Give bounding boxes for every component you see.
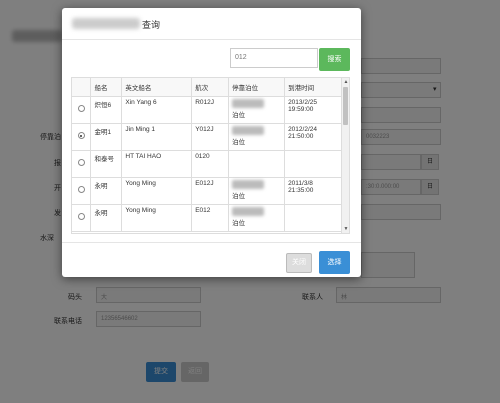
col-arrival-time: 到港时间	[284, 78, 342, 97]
ship-query-modal: 查询 012 搜索 船名 英文船名 航次 停靠泊位 到港时间 炽恒6 Xin Ya…	[62, 8, 361, 277]
redacted-berth	[232, 125, 265, 135]
row-radio-cell[interactable]	[72, 96, 92, 124]
modal-header: 查询	[62, 8, 361, 40]
row-radio-cell[interactable]	[72, 150, 92, 178]
table-row[interactable]: 炽恒6 Xin Yang 6 R012J 泊位 2013/2/25 19:59:00	[72, 96, 342, 124]
english-name-cell: Jin Ming 1	[121, 123, 193, 151]
arrival-date: 2013/2/25	[288, 98, 317, 106]
arrival-clock: 19:59:00	[288, 105, 314, 113]
arrival-time-cell: 2012/2/24 21:50:00	[284, 123, 342, 151]
search-input[interactable]: 012	[230, 48, 318, 68]
ship-name-cell: 和泰号	[90, 150, 123, 178]
scroll-up-icon[interactable]: ▲	[342, 78, 349, 86]
row-radio-cell[interactable]	[72, 204, 92, 232]
search-button[interactable]: 搜索	[319, 48, 350, 71]
ship-name-cell: 金明1	[90, 123, 123, 151]
ship-name-cell: 永明	[90, 204, 123, 232]
radio-button[interactable]	[77, 159, 85, 166]
english-name-cell: Yong Ming	[121, 177, 193, 205]
redacted-berth	[232, 206, 265, 216]
berth-text: 泊位	[232, 111, 246, 119]
berth-cell: 泊位	[228, 177, 286, 205]
voyage-cell: 0120	[191, 150, 230, 178]
arrival-clock: 21:50:00	[288, 132, 314, 140]
berth-text: 泊位	[232, 192, 246, 200]
voyage-cell: R012J	[191, 96, 230, 124]
arrival-time-cell	[284, 204, 342, 232]
table-row[interactable]: 永明 Yong Ming E012J 泊位 2011/3/8 21:35:00	[72, 177, 342, 205]
modal-footer: 关闭 选择	[62, 242, 361, 277]
select-button[interactable]: 选择	[319, 251, 350, 274]
radio-button[interactable]	[77, 213, 85, 220]
radio-button[interactable]	[77, 186, 85, 193]
berth-text: 泊位	[232, 219, 246, 227]
col-voyage: 航次	[191, 78, 230, 97]
table-row[interactable]: 永明 Yong Ming E012 泊位	[72, 204, 342, 232]
table-scrollbar[interactable]: ▲ ▼	[341, 78, 349, 233]
ship-table: 船名 英文船名 航次 停靠泊位 到港时间 炽恒6 Xin Yang 6 R012J 泊…	[71, 77, 350, 234]
arrival-time-cell: 2011/3/8 21:35:00	[284, 177, 342, 205]
table-header-row: 船名 英文船名 航次 停靠泊位 到港时间	[72, 78, 342, 97]
english-name-cell: Xin Yang 6	[121, 96, 193, 124]
berth-cell: 泊位	[228, 123, 286, 151]
col-english-name: 英文船名	[121, 78, 193, 97]
berth-cell: 泊位	[228, 204, 286, 232]
english-name-cell: HT TAI HAO	[121, 150, 193, 178]
voyage-cell: E012	[191, 204, 230, 232]
voyage-cell: Y012J	[191, 123, 230, 151]
arrival-time-cell: 2013/2/25 19:59:00	[284, 96, 342, 124]
col-berth: 停靠泊位	[228, 78, 286, 97]
redacted-berth	[232, 98, 265, 108]
scroll-thumb[interactable]	[343, 87, 348, 125]
col-select	[72, 78, 92, 97]
arrival-clock: 21:35:00	[288, 186, 314, 194]
scroll-down-icon[interactable]: ▼	[342, 225, 349, 233]
arrival-date: 2011/3/8	[288, 179, 313, 187]
ship-name-cell: 永明	[90, 177, 123, 205]
redacted-title	[72, 18, 140, 29]
berth-cell	[228, 150, 286, 178]
berth-cell: 泊位	[228, 96, 286, 124]
redacted-berth	[232, 179, 265, 189]
modal-title: 查询	[142, 20, 161, 30]
row-radio-cell[interactable]	[72, 177, 92, 205]
close-button[interactable]: 关闭	[286, 253, 312, 273]
table-row[interactable]: 和泰号 HT TAI HAO 0120	[72, 150, 342, 178]
row-radio-cell[interactable]	[72, 123, 92, 151]
table-row[interactable]: 金明1 Jin Ming 1 Y012J 泊位 2012/2/24 21:50:00	[72, 123, 342, 151]
berth-text: 泊位	[232, 138, 246, 146]
arrival-date: 2012/2/24	[288, 125, 317, 133]
voyage-cell: E012J	[191, 177, 230, 205]
radio-button[interactable]	[77, 132, 85, 139]
radio-button[interactable]	[77, 105, 85, 112]
english-name-cell: Yong Ming	[121, 204, 193, 232]
ship-name-cell: 炽恒6	[90, 96, 123, 124]
col-ship-name: 船名	[90, 78, 123, 97]
arrival-time-cell	[284, 150, 342, 178]
